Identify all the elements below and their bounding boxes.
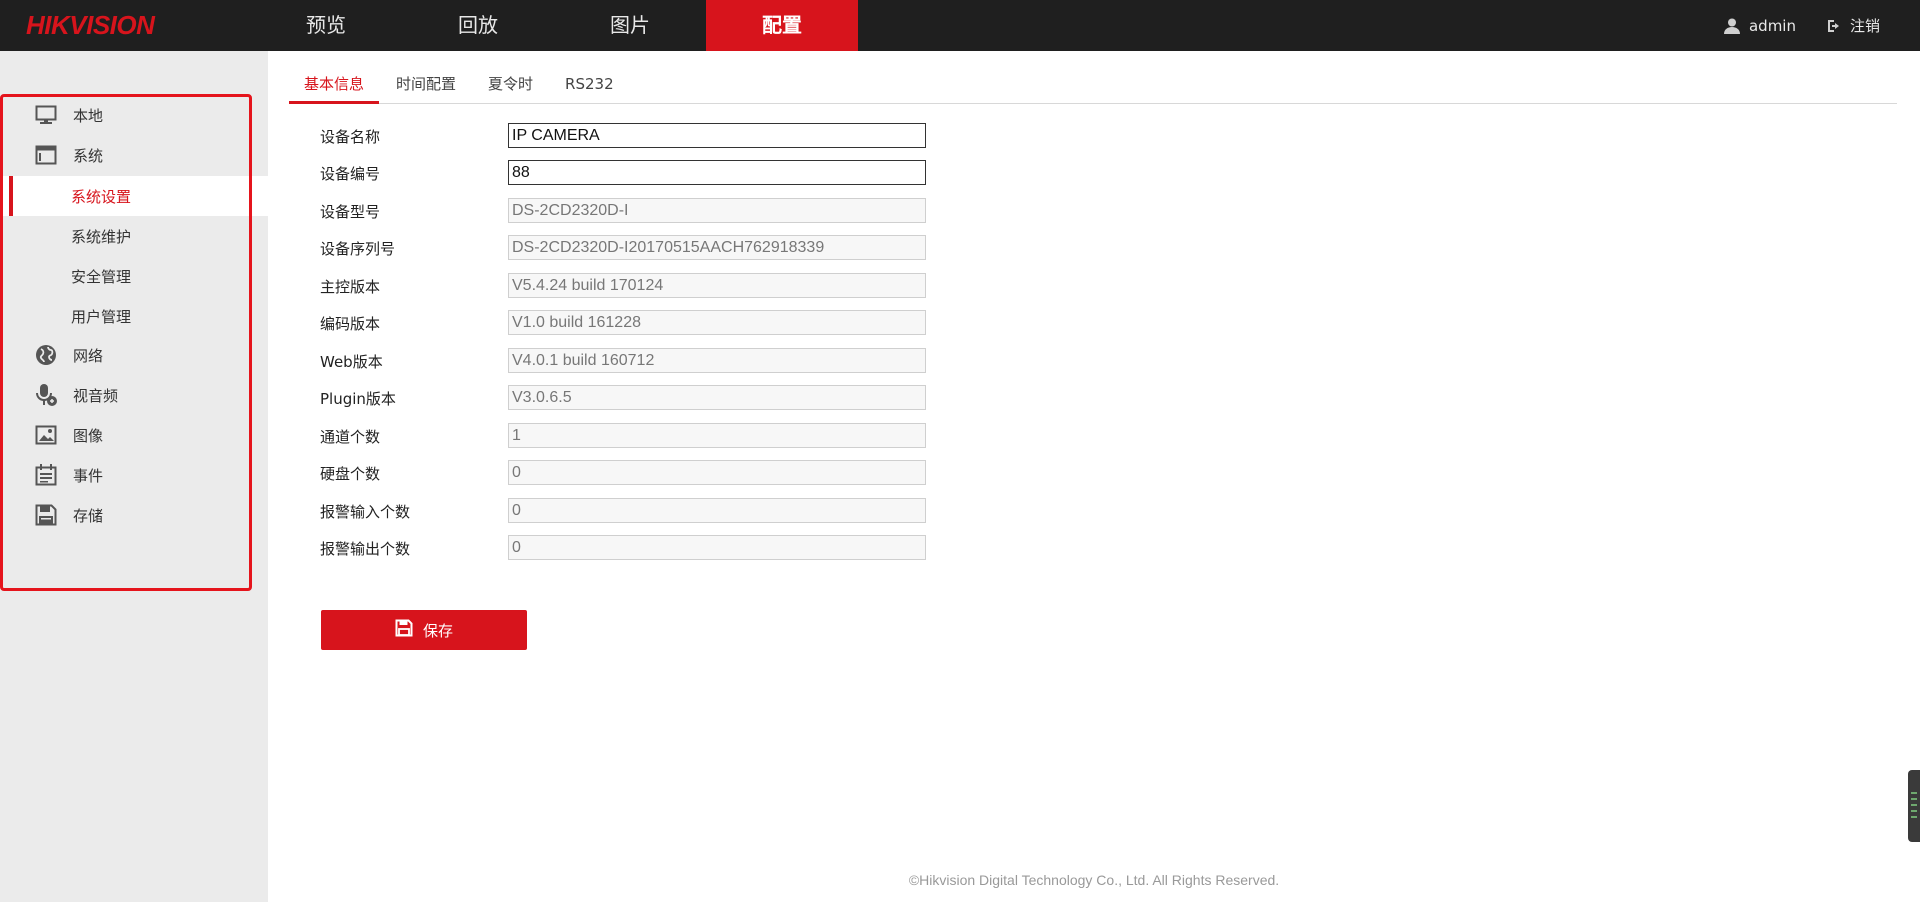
window-icon: [34, 143, 58, 167]
user-icon: [1723, 17, 1741, 35]
hikvision-logo: HIKVISION: [26, 10, 155, 40]
nav-playback[interactable]: 回放: [402, 0, 554, 51]
tab-dst[interactable]: 夏令时: [473, 66, 548, 104]
save-button[interactable]: 保存: [321, 610, 527, 650]
field-label: 硬盘个数: [320, 464, 381, 483]
field-label: 通道个数: [320, 427, 381, 446]
monitor-icon: [34, 103, 58, 127]
form-row: Plugin版本 V3.0.6.5: [320, 385, 1020, 411]
nav-configuration[interactable]: 配置: [706, 0, 858, 51]
tab-basic-info[interactable]: 基本信息: [289, 66, 380, 104]
sidebar-item-label: 本地: [73, 106, 104, 125]
firmware-version-field: V5.4.24 build 170124: [508, 273, 926, 298]
nav-preview[interactable]: 预览: [250, 0, 402, 51]
web-version-field: V4.0.1 build 160712: [508, 348, 926, 373]
sidebar-item-label: 系统设置: [71, 187, 132, 206]
serial-number-field: DS-2CD2320D-I20170515AACH762918339: [508, 235, 926, 260]
sidebar-item-system-settings[interactable]: 系统设置: [0, 176, 268, 216]
sidebar-item-system[interactable]: 系统: [0, 135, 268, 175]
username-label: admin: [1748, 16, 1796, 35]
encoding-version-field: V1.0 build 161228: [508, 310, 926, 335]
form-row: 设备型号 DS-2CD2320D-I: [320, 198, 1020, 224]
form-row: 设备编号 88: [320, 160, 1020, 186]
sidebar-item-label: 事件: [73, 466, 104, 485]
logout-label: 注销: [1849, 17, 1880, 35]
form-row: 报警输出个数 0: [320, 535, 1020, 561]
sidebar-item-label: 视音频: [73, 386, 119, 405]
floppy-icon: [34, 503, 58, 527]
sidebar-item-security[interactable]: 安全管理: [0, 256, 268, 296]
sidebar-item-label: 系统维护: [71, 227, 132, 246]
device-number-input[interactable]: 88: [508, 160, 926, 185]
sidebar-item-label: 系统: [73, 146, 104, 165]
tab-time-settings[interactable]: 时间配置: [381, 66, 471, 104]
field-label: 编码版本: [320, 314, 381, 333]
field-label: Plugin版本: [320, 389, 396, 408]
nav-picture[interactable]: 图片: [554, 0, 706, 51]
field-label: 设备序列号: [320, 239, 396, 258]
save-label: 保存: [422, 621, 453, 640]
save-icon: [395, 619, 413, 641]
sidebar-item-label: 存储: [73, 506, 104, 525]
form-row: 通道个数 1: [320, 423, 1020, 449]
user-area: admin 注销: [1723, 0, 1880, 51]
field-label: 设备编号: [320, 164, 381, 183]
sidebar-item-label: 安全管理: [71, 267, 132, 286]
form-row: 报警输入个数 0: [320, 498, 1020, 524]
side-panel-handle[interactable]: [1908, 770, 1920, 842]
sidebar-item-local[interactable]: 本地: [0, 95, 268, 135]
field-label: 报警输出个数: [320, 539, 411, 558]
alarm-input-count-field: 0: [508, 498, 926, 523]
field-label: 报警输入个数: [320, 502, 411, 521]
top-bar: HIKVISION 预览 回放 图片 配置 admin 注销: [0, 0, 1920, 51]
form-row: 硬盘个数 0: [320, 460, 1020, 486]
sidebar-item-system-maintenance[interactable]: 系统维护: [0, 216, 268, 256]
main-nav: 预览 回放 图片 配置: [250, 0, 858, 51]
user-menu[interactable]: admin: [1723, 17, 1796, 35]
sidebar-item-label: 图像: [73, 426, 104, 445]
field-label: Web版本: [320, 352, 383, 371]
field-label: 主控版本: [320, 277, 381, 296]
form-row: Web版本 V4.0.1 build 160712: [320, 348, 1020, 374]
calendar-icon: [34, 463, 58, 487]
logout-icon: [1826, 18, 1842, 34]
channel-count-field: 1: [508, 423, 926, 448]
tab-rs232[interactable]: RS232: [550, 66, 629, 104]
sidebar-item-audio-video[interactable]: 视音频: [0, 375, 268, 415]
device-model-field: DS-2CD2320D-I: [508, 198, 926, 223]
globe-icon: [34, 343, 58, 367]
sidebar: 本地 系统 系统设置 系统维护 安全管理 用户管理 网络 视音频 图像 事件 存…: [0, 51, 268, 902]
field-label: 设备型号: [320, 202, 381, 221]
image-icon: [34, 423, 58, 447]
sidebar-item-user-management[interactable]: 用户管理: [0, 296, 268, 336]
form-row: 设备名称 IP CAMERA: [320, 123, 1020, 149]
form-row: 主控版本 V5.4.24 build 170124: [320, 273, 1020, 299]
alarm-output-count-field: 0: [508, 535, 926, 560]
field-label: 设备名称: [320, 127, 381, 146]
sidebar-item-network[interactable]: 网络: [0, 335, 268, 375]
footer-copyright: ©Hikvision Digital Technology Co., Ltd. …: [908, 872, 1280, 888]
logout-button[interactable]: 注销: [1826, 15, 1880, 36]
form-row: 编码版本 V1.0 build 161228: [320, 310, 1020, 336]
hdd-count-field: 0: [508, 460, 926, 485]
sidebar-item-label: 网络: [73, 346, 104, 365]
config-tabs: 基本信息 时间配置 夏令时 RS232: [289, 66, 1897, 104]
sidebar-item-event[interactable]: 事件: [0, 455, 268, 495]
sidebar-item-image[interactable]: 图像: [0, 415, 268, 455]
sidebar-item-label: 用户管理: [71, 307, 132, 326]
device-name-input[interactable]: IP CAMERA: [508, 123, 926, 148]
sidebar-item-storage[interactable]: 存储: [0, 495, 268, 535]
plugin-version-field: V3.0.6.5: [508, 385, 926, 410]
microphone-icon: [34, 383, 58, 407]
form-row: 设备序列号 DS-2CD2320D-I20170515AACH762918339: [320, 235, 1020, 261]
